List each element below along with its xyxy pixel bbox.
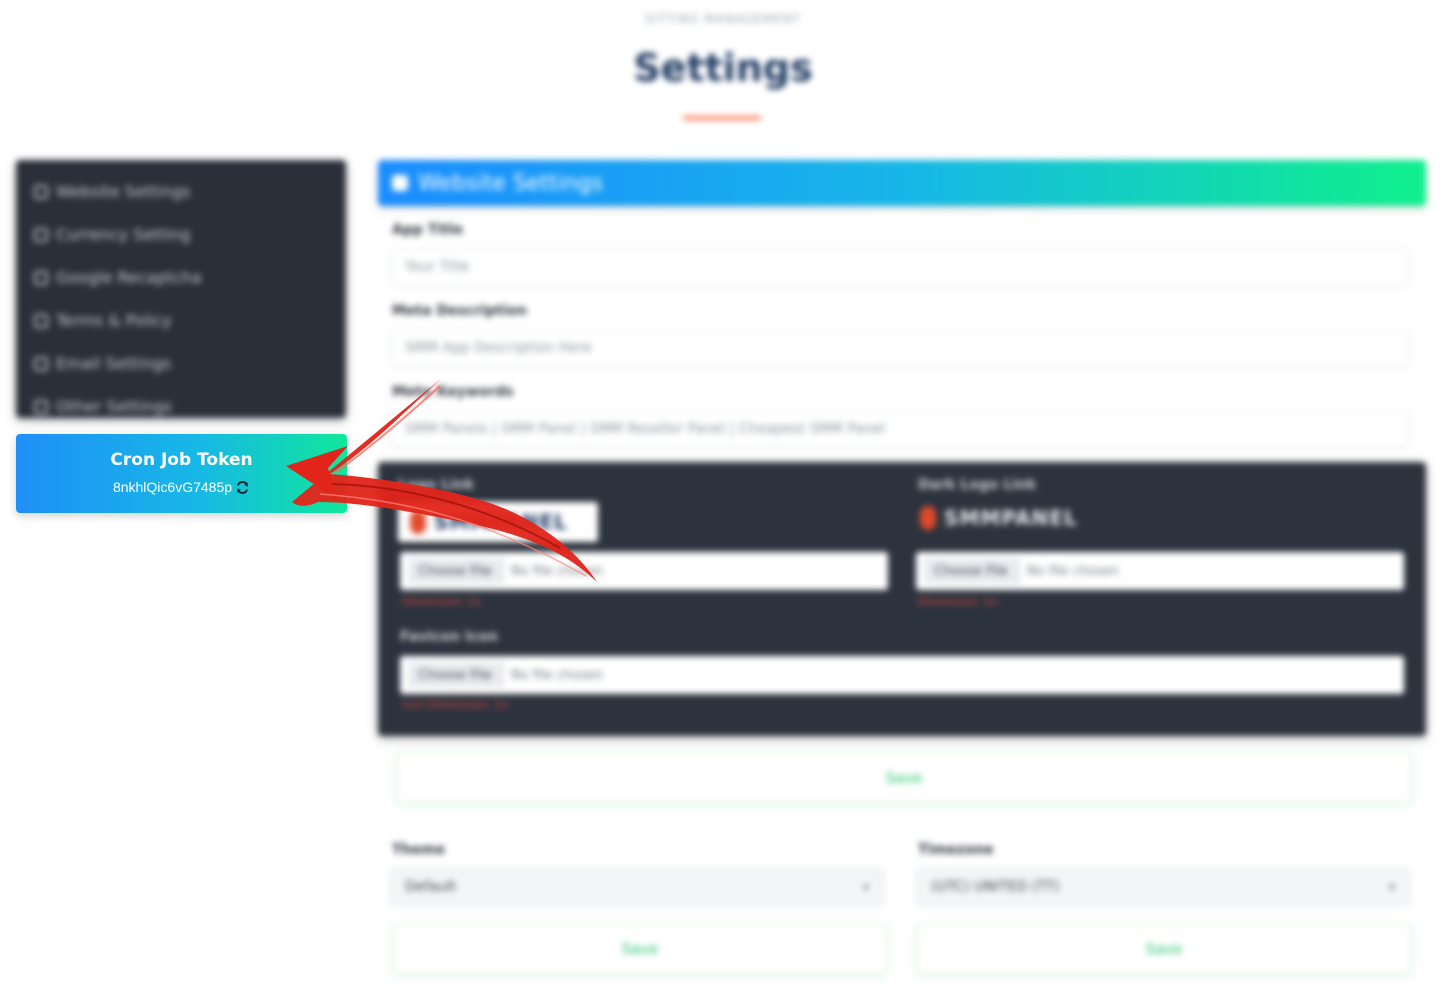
sidebar-item-email-settings[interactable]: Email Settings — [16, 342, 346, 385]
sidebar-item-label: Terms & Policy — [56, 311, 172, 330]
settings-sidebar: Website Settings Currency Setting Google… — [16, 160, 346, 418]
logo-link-label: Logo Link — [398, 477, 475, 493]
save-timezone-button[interactable]: Save — [916, 924, 1412, 974]
timezone-label: Timezone — [918, 842, 994, 858]
sliders-icon — [34, 399, 48, 414]
meta-keywords-input[interactable]: SMM Panels | SMM Panel | SMM Reseller Pa… — [390, 411, 1410, 447]
app-title-label: App Title — [392, 222, 464, 238]
sidebar-item-website-settings[interactable]: Website Settings — [16, 170, 346, 213]
title-underline — [683, 116, 761, 120]
dark-logo-preview: SMMPANEL — [920, 506, 1078, 530]
favicon-label: Favicon Icon — [400, 629, 498, 645]
logo-text: SMMPANEL — [434, 510, 568, 534]
sidebar-item-terms-policy[interactable]: Terms & Policy — [16, 299, 346, 342]
cron-job-token-title: Cron Job Token — [110, 450, 253, 470]
gear-icon — [34, 184, 48, 199]
logo-file-input[interactable]: Choose File No file chosen — [400, 552, 888, 590]
panel-title: Website Settings — [418, 170, 603, 196]
website-settings-header: Website Settings — [378, 160, 1426, 206]
logo-mark-icon — [920, 506, 936, 530]
no-file-text: No file chosen — [510, 563, 603, 579]
chevron-down-icon: ▾ — [1388, 880, 1395, 894]
theme-select[interactable]: Default ▾ — [390, 868, 884, 906]
chevron-down-icon: ▾ — [862, 880, 869, 894]
sidebar-item-label: Email Settings — [56, 354, 172, 373]
choose-file-button[interactable]: Choose File — [408, 662, 503, 688]
favicon-file-input[interactable]: Choose File No file chosen — [400, 656, 1404, 694]
no-file-text: No file chosen — [1026, 563, 1119, 579]
timezone-select[interactable]: (UTC) UNITED (TT) ▾ — [916, 868, 1410, 906]
save-theme-button[interactable]: Save — [392, 924, 888, 974]
no-file-text: No file chosen — [510, 667, 603, 683]
theme-label: Theme — [392, 842, 446, 858]
sidebar-item-label: Currency Setting — [56, 225, 191, 244]
app-title-input[interactable]: Your Title — [390, 249, 1410, 285]
timezone-selected-value: (UTC) UNITED (TT) — [931, 879, 1060, 895]
currency-icon — [34, 227, 48, 242]
logo-preview: SMMPANEL — [398, 502, 598, 542]
mail-icon — [34, 356, 48, 371]
favicon-dimension-hint: Icon Dimension: 1x — [402, 698, 508, 711]
sidebar-item-google-recaptcha[interactable]: Google Recaptcha — [16, 256, 346, 299]
google-icon — [34, 270, 48, 285]
sidebar-item-label: Google Recaptcha — [56, 268, 202, 287]
theme-selected-value: Default — [405, 879, 457, 895]
dark-logo-dimension-hint: Dimension: 1x — [918, 595, 998, 608]
page-title: Settings — [633, 46, 813, 90]
choose-file-button[interactable]: Choose File — [924, 558, 1019, 584]
meta-description-input[interactable]: SMM App Description Here — [390, 330, 1410, 366]
logo-dimension-hint: Dimension: 1x — [402, 595, 482, 608]
breadcrumb: SITTING MANAGEMENT — [645, 12, 801, 26]
gear-icon — [392, 175, 408, 191]
sidebar-item-label: Other Settings — [56, 397, 173, 416]
dark-logo-file-input[interactable]: Choose File No file chosen — [916, 552, 1404, 590]
cron-token-value: 8nkhlQic6vG7485p — [112, 479, 233, 495]
meta-keywords-label: Meta Keywords — [392, 384, 514, 400]
choose-file-button[interactable]: Choose File — [408, 558, 503, 584]
document-icon — [34, 313, 48, 328]
meta-description-label: Meta Description — [392, 303, 527, 319]
dark-logo-text: SMMPANEL — [944, 506, 1078, 530]
sidebar-item-label: Website Settings — [56, 182, 191, 201]
logo-mark-icon — [410, 510, 426, 534]
save-website-settings-button[interactable]: Save — [396, 752, 1412, 804]
sidebar-item-other-settings[interactable]: Other Settings — [16, 385, 346, 428]
cron-token-row: 8nkhlQic6vG7485p — [16, 479, 347, 495]
dark-logo-link-label: Dark Logo Link — [918, 477, 1037, 493]
sidebar-item-currency-setting[interactable]: Currency Setting — [16, 213, 346, 256]
cron-job-token-card: Cron Job Token 8nkhlQic6vG7485p — [16, 434, 347, 513]
refresh-icon[interactable] — [235, 480, 250, 495]
